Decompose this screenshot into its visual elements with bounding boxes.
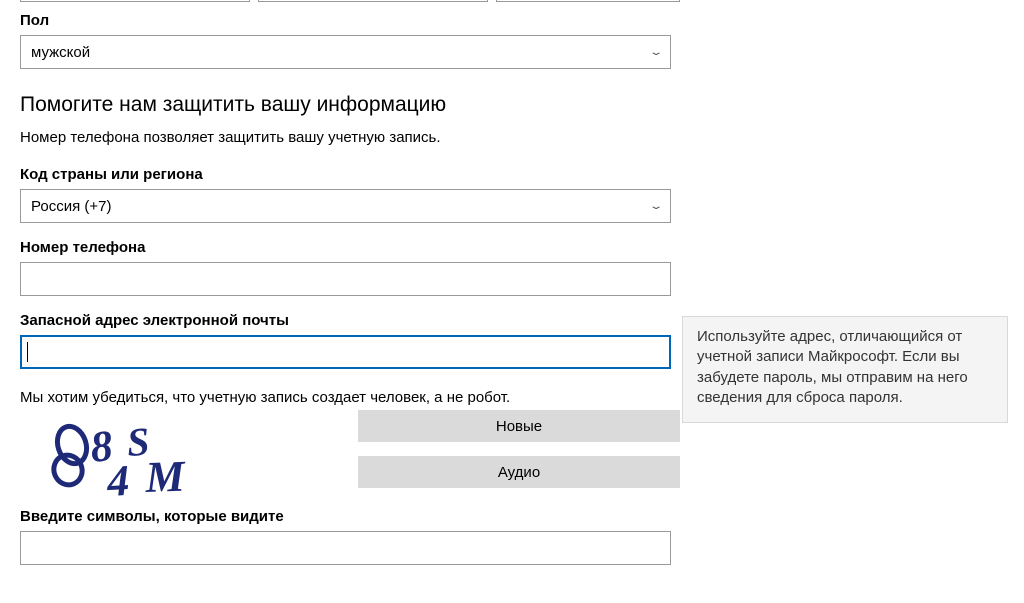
top-field-2[interactable] — [258, 0, 488, 2]
gender-value: мужской — [31, 44, 90, 61]
phone-input[interactable] — [20, 262, 671, 296]
captcha-new-button[interactable]: Новые — [358, 410, 680, 442]
captcha-input-label: Введите символы, которые видите — [20, 508, 680, 525]
country-code-label: Код страны или региона — [20, 166, 680, 183]
svg-text:M: M — [144, 452, 188, 500]
chevron-down-icon: ⌄ — [648, 47, 663, 58]
country-code-select[interactable]: Россия (+7) ⌄ — [20, 189, 671, 223]
captcha-input[interactable] — [20, 531, 671, 565]
section-subtext: Номер телефона позволяет защитить вашу у… — [20, 129, 680, 146]
backup-email-label: Запасной адрес электронной почты — [20, 312, 680, 329]
robot-check-text: Мы хотим убедиться, что учетную запись с… — [20, 389, 680, 406]
captcha-image: 8 S 4 M — [20, 410, 358, 500]
captcha-svg: 8 S 4 M — [50, 410, 210, 500]
section-heading: Помогите нам защитить вашу информацию — [20, 93, 680, 117]
svg-text:4: 4 — [105, 456, 131, 500]
top-field-1[interactable] — [20, 0, 250, 2]
gender-select[interactable]: мужской ⌄ — [20, 35, 671, 69]
backup-email-input[interactable] — [20, 335, 671, 369]
phone-label: Номер телефона — [20, 239, 680, 256]
gender-label: Пол — [20, 12, 680, 29]
backup-email-tooltip: Используйте адрес, отличающийся от учетн… — [682, 316, 1008, 423]
text-cursor — [27, 342, 28, 362]
captcha-audio-button[interactable]: Аудио — [358, 456, 680, 488]
country-code-value: Россия (+7) — [31, 198, 111, 215]
top-field-3[interactable] — [496, 0, 680, 2]
chevron-down-icon: ⌄ — [648, 201, 663, 212]
